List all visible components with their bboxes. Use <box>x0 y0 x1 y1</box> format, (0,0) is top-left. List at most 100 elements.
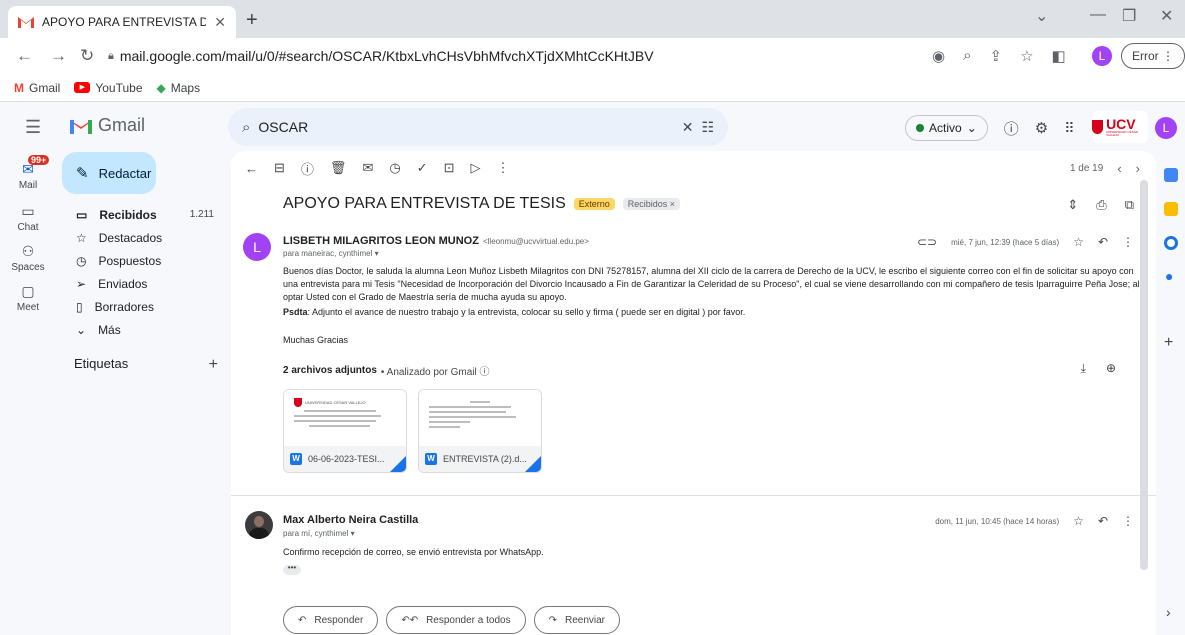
label-icon[interactable]: ▷ <box>471 160 481 176</box>
chevron-down-icon: ⌄ <box>76 322 87 337</box>
clear-search-icon[interactable]: ✕ <box>682 119 694 136</box>
add-to-drive-icon[interactable]: ⊕ <box>1106 361 1116 376</box>
bookmark-star-icon[interactable]: ☆ <box>1020 47 1033 65</box>
rail-mail[interactable]: ✉ 99+ Mail <box>0 155 56 191</box>
account-avatar[interactable]: L <box>1155 117 1177 139</box>
reply-icon[interactable]: ↶ <box>1098 235 1108 249</box>
compose-button[interactable]: ✎ Redactar <box>62 152 156 194</box>
more-options-icon[interactable]: ⋮ <box>1122 235 1134 249</box>
close-window-button[interactable]: ✕ <box>1160 6 1173 26</box>
keep-icon[interactable] <box>1164 202 1178 216</box>
maps-icon: ◆ <box>156 80 166 95</box>
mail-icon: ✉ <box>22 161 34 177</box>
get-addons-icon[interactable]: + <box>1164 334 1173 352</box>
help-icon[interactable]: ⓘ <box>1004 118 1019 139</box>
minimize-button[interactable]: — <box>1090 6 1106 24</box>
add-label-icon[interactable]: + <box>209 356 218 374</box>
tab-close-icon[interactable]: ✕ <box>214 14 226 31</box>
tasks-icon[interactable] <box>1164 236 1178 250</box>
report-spam-icon[interactable]: ⓘ <box>301 159 314 178</box>
expand-panel-icon[interactable]: › <box>1166 604 1171 620</box>
add-task-icon[interactable]: ✓ <box>417 160 428 176</box>
reply-icon[interactable]: ↶ <box>1098 514 1108 528</box>
zoom-icon[interactable]: ⌕ <box>963 47 971 65</box>
attachment-card[interactable]: W ENTREVISTA (2).d... <box>418 389 542 473</box>
ucv-shield-icon <box>1092 120 1104 134</box>
browser-tab[interactable]: APOYO PARA ENTREVISTA DE TE ✕ <box>8 6 236 38</box>
status-selector[interactable]: Activo ⌄ <box>905 115 988 141</box>
mark-unread-icon[interactable]: ✉ <box>362 160 373 176</box>
archive-icon[interactable]: ⊟ <box>274 160 285 176</box>
share-icon[interactable]: ⇪ <box>990 47 1003 65</box>
forward-button[interactable]: ↷ Reenviar <box>533 606 621 634</box>
star-message-icon[interactable]: ☆ <box>1073 235 1084 249</box>
subject-row: APOYO PARA ENTREVISTA DE TESIS Externo R… <box>283 195 681 213</box>
tab-search-icon[interactable]: ⌄ <box>1035 6 1048 26</box>
side-panel-icon[interactable]: ◧ <box>1052 47 1066 65</box>
apps-grid-icon[interactable]: ⠿ <box>1064 120 1074 137</box>
pencil-icon: ✎ <box>76 165 89 182</box>
calendar-icon[interactable] <box>1164 168 1178 182</box>
print-icon[interactable]: ⎙ <box>1096 197 1106 213</box>
error-button[interactable]: Error ⋮ <box>1121 43 1185 69</box>
doc-fold-icon <box>525 456 541 472</box>
move-to-icon[interactable]: ⊡ <box>444 160 455 176</box>
tracking-eye-icon[interactable]: ◉ <box>932 47 945 65</box>
next-icon[interactable]: › <box>1136 161 1140 176</box>
recipients[interactable]: para maneirac, cynthimel ▾ <box>283 249 379 258</box>
show-trimmed-content-button[interactable]: ••• <box>283 564 301 575</box>
open-new-window-icon[interactable]: ⧉ <box>1125 197 1134 213</box>
reply-actions: ↶ Responder ↶↶ Responder a todos ↷ Reenv… <box>283 606 621 634</box>
gmail-m-icon <box>70 119 92 134</box>
delete-icon[interactable]: 🗑︎ <box>330 160 347 176</box>
nav-item-starred[interactable]: ☆ Destacados <box>62 226 222 249</box>
inbox-count: 1.211 <box>189 209 214 220</box>
prev-icon[interactable]: ‹ <box>1117 161 1121 176</box>
more-vert-icon[interactable]: ⋮ <box>497 160 510 176</box>
reply-all-button[interactable]: ↶↶ Responder a todos <box>386 606 526 634</box>
omnibox[interactable]: 🔒︎ mail.google.com/mail/u/0/#search/OSCA… <box>108 42 908 70</box>
nav-item-sent[interactable]: ➢ Enviados <box>62 272 222 295</box>
bookmark-gmail[interactable]: M Gmail <box>14 81 60 95</box>
search-filters-icon[interactable]: ☷ <box>701 119 714 136</box>
bookmark-youtube[interactable]: ▶ YouTube <box>74 81 143 95</box>
settings-gear-icon[interactable]: ⚙ <box>1035 119 1048 137</box>
search-input[interactable]: OSCAR <box>258 119 673 135</box>
label-inbox[interactable]: Recibidos × <box>622 198 681 210</box>
restore-button[interactable]: ❐ <box>1122 6 1136 26</box>
rail-meet[interactable]: ▢ Meet <box>0 283 56 313</box>
reply-button[interactable]: ↶ Responder <box>283 606 379 634</box>
recipients[interactable]: para mí, cynthimel ▾ <box>283 529 355 538</box>
attachment-card[interactable]: UNIVERSIDAD CÉSAR VALLEJO W 06-06-2023-T… <box>283 389 407 473</box>
main-menu-icon[interactable]: ☰ <box>25 117 41 138</box>
unread-badge: 99+ <box>28 155 50 165</box>
search-icon[interactable]: ⌕ <box>242 119 250 136</box>
bookmark-maps[interactable]: ◆ Maps <box>157 81 201 95</box>
sender-name: LISBETH MILAGRITOS LEON MUNOZ <lleonmu@uc… <box>283 235 589 247</box>
snooze-icon[interactable]: ◷ <box>389 160 400 176</box>
nav-item-inbox[interactable]: ▭ Recibidos 1.211 <box>62 203 222 226</box>
gmail-logo[interactable]: Gmail <box>70 115 145 136</box>
rail-spaces[interactable]: ⚇ Spaces <box>0 243 56 273</box>
back-to-search-icon[interactable]: ← <box>245 161 258 176</box>
back-icon[interactable]: ← <box>16 46 33 66</box>
rail-chat[interactable]: ▭ Chat <box>0 203 56 233</box>
contacts-icon[interactable]: ● <box>1165 268 1173 284</box>
scrollbar[interactable] <box>1140 180 1148 570</box>
collapse-icon[interactable]: ⇕ <box>1067 197 1078 213</box>
reload-icon[interactable]: ↻ <box>80 46 94 66</box>
forward-icon[interactable]: → <box>50 46 67 66</box>
browser-profile-avatar[interactable]: L <box>1092 46 1112 66</box>
nav-item-more[interactable]: ⌄ Más <box>62 318 222 341</box>
star-message-icon[interactable]: ☆ <box>1073 514 1084 528</box>
download-all-icon[interactable]: ⤓ <box>1081 361 1086 376</box>
send-icon: ➢ <box>76 276 87 291</box>
word-doc-icon: W <box>290 453 302 465</box>
more-options-icon[interactable]: ⋮ <box>1122 514 1134 528</box>
search-box[interactable]: ⌕ OSCAR ✕ ☷ <box>228 108 728 146</box>
message-body: Buenos días Doctor, le saluda la alumna … <box>283 266 1140 302</box>
star-icon: ☆ <box>76 230 87 245</box>
nav-item-snoozed[interactable]: ◷ Pospuestos <box>62 249 222 272</box>
nav-item-drafts[interactable]: ▯ Borradores <box>62 295 222 318</box>
new-tab-button[interactable]: + <box>246 9 258 32</box>
